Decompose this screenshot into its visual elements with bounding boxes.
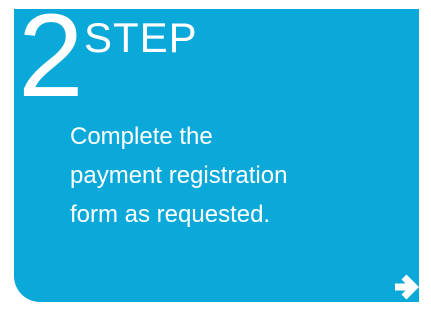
step-label: STEP [84,14,198,61]
step-card: 2 STEP Complete the payment registration… [14,9,419,302]
arrow-right-icon[interactable] [391,272,419,302]
step-description: Complete the payment registration form a… [70,123,288,228]
step-number: 2 [18,9,84,122]
